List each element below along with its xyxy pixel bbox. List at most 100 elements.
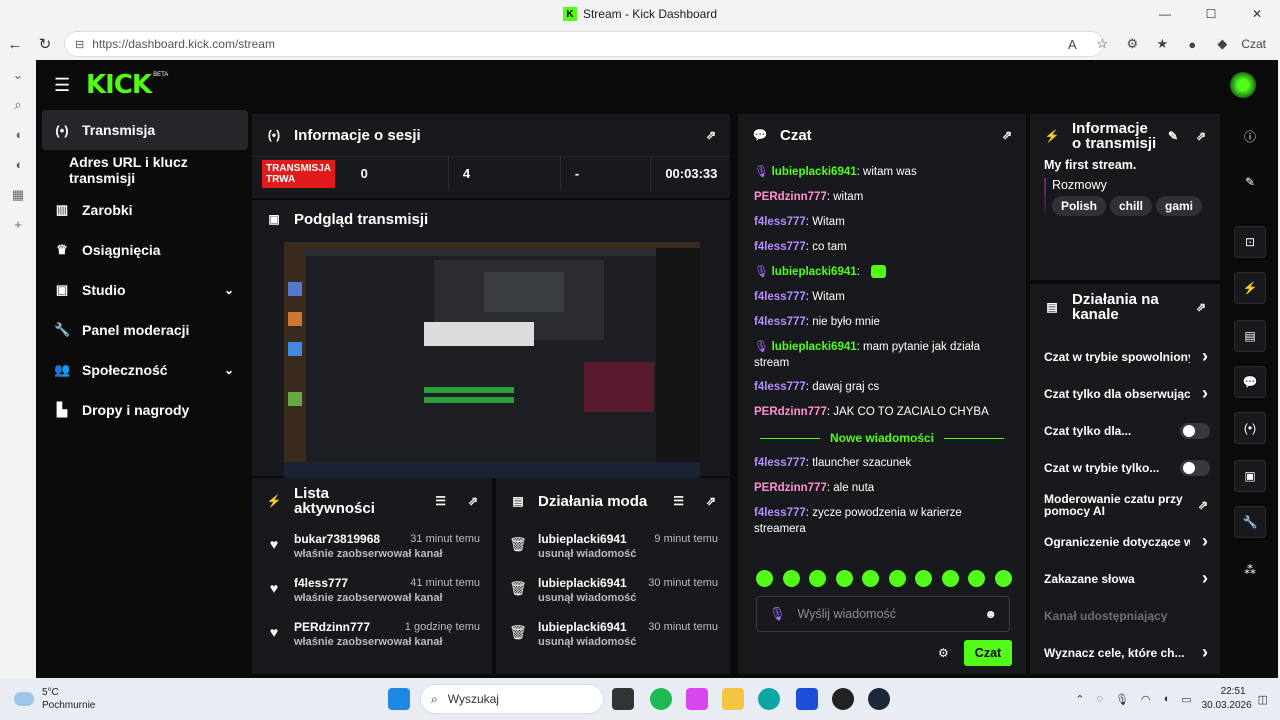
chat-username[interactable]: PERdzinn777 bbox=[754, 406, 827, 418]
sidebar-item-dropy[interactable]: ▙ Dropy i nagrody bbox=[42, 390, 248, 430]
taskbar-search[interactable]: ⌕ Wyszukaj bbox=[420, 684, 604, 714]
sidebar-item-transmisja[interactable]: (•) Transmisja bbox=[42, 110, 248, 150]
url-field[interactable]: ⊟ https://dashboard.kick.com/stream bbox=[64, 31, 1104, 57]
emote-icon[interactable] bbox=[782, 570, 800, 587]
edit-icon[interactable]: ✎ bbox=[1234, 166, 1266, 198]
chat-username[interactable]: lubieplacki6941 bbox=[772, 341, 857, 353]
clock[interactable]: 22:51 30.03.2026 bbox=[1202, 685, 1252, 713]
extensions-icon[interactable]: ⚙ bbox=[1117, 36, 1147, 52]
toggle-switch[interactable] bbox=[1180, 422, 1210, 439]
store-icon[interactable] bbox=[796, 688, 818, 710]
channel-action-item[interactable]: Czat tylko dla obserwujących › bbox=[1030, 375, 1220, 412]
sidebar-toggle-icon[interactable]: ⌄ bbox=[0, 60, 36, 90]
channel-action-item[interactable]: Czat w trybie spowolnionym › bbox=[1030, 338, 1220, 375]
sidebar-item-studio[interactable]: ▣ Studio ⌄ bbox=[42, 270, 248, 310]
channel-icon[interactable]: ▣ bbox=[1234, 460, 1266, 492]
emote-icon[interactable] bbox=[915, 570, 932, 587]
battery-icon[interactable]: ▭ bbox=[1181, 693, 1191, 706]
edge-browser-icon[interactable] bbox=[758, 688, 780, 710]
emote-icon[interactable] bbox=[809, 570, 826, 587]
emote-icon[interactable] bbox=[888, 570, 906, 587]
maximize-icon[interactable]: ☐ bbox=[1188, 0, 1234, 28]
sidebar-item-osiagniecia[interactable]: ♛ Osiągnięcia bbox=[42, 230, 248, 270]
minimize-icon[interactable]: — bbox=[1142, 0, 1188, 28]
sidebar-calendar-icon[interactable]: ▦ bbox=[0, 180, 36, 210]
sidebar-item-spolecznosc[interactable]: 👥 Społeczność ⌄ bbox=[42, 350, 248, 390]
emote-icon[interactable] bbox=[756, 570, 773, 587]
weather-widget[interactable]: 5°C Pochmurnie bbox=[14, 686, 95, 712]
emote-icon[interactable] bbox=[835, 570, 853, 587]
channel-action-item[interactable]: Moderowanie czatu przy pomocy AI ⇗ bbox=[1030, 486, 1220, 523]
list-filter-icon[interactable]: ☰ bbox=[435, 494, 446, 509]
volume-icon[interactable]: ◖ bbox=[1163, 693, 1170, 705]
close-icon[interactable]: ✕ bbox=[1234, 0, 1280, 28]
emoji-icon[interactable]: ☻ bbox=[984, 607, 997, 621]
broadcast-icon[interactable]: (•) bbox=[1234, 412, 1266, 444]
task-view-icon[interactable] bbox=[612, 688, 634, 710]
steam-icon[interactable] bbox=[868, 688, 890, 710]
info-icon[interactable]: ⓘ bbox=[1234, 120, 1266, 152]
toggle-switch[interactable] bbox=[1180, 459, 1210, 476]
emote-icon[interactable] bbox=[941, 570, 959, 587]
kick-logo[interactable]: KICK bbox=[86, 70, 152, 100]
document-icon[interactable]: ▤ bbox=[1234, 320, 1266, 352]
chat-username[interactable]: lubieplacki6941 bbox=[772, 166, 857, 178]
menu-icon[interactable]: ☰ bbox=[54, 75, 70, 96]
people-icon[interactable]: ⁂ bbox=[1234, 554, 1266, 586]
chat-username[interactable]: f4less777 bbox=[754, 291, 806, 303]
file-explorer-icon[interactable] bbox=[722, 688, 744, 710]
windows-start-icon[interactable] bbox=[388, 688, 410, 710]
channel-action-item[interactable]: Zakazane słowa › bbox=[1030, 560, 1220, 597]
chat-username[interactable]: f4less777 bbox=[754, 316, 806, 328]
chat-username[interactable]: PERdzinn777 bbox=[754, 482, 827, 494]
copilot-label[interactable]: Czat bbox=[1237, 37, 1280, 51]
channel-action-item[interactable]: Czat tylko dla... bbox=[1030, 412, 1220, 449]
tray-mic-icon[interactable]: 🎙 bbox=[1115, 693, 1129, 706]
chat-settings-icon[interactable]: ⚙ bbox=[938, 646, 949, 660]
chat-username[interactable]: PERdzinn777 bbox=[754, 191, 827, 203]
chat-bubble-icon[interactable]: 💬 bbox=[1234, 366, 1266, 398]
edit-pencil-icon[interactable]: ✎ bbox=[1168, 129, 1178, 144]
chat-username[interactable]: lubieplacki6941 bbox=[772, 266, 857, 278]
channel-action-item[interactable]: Ograniczenie dotyczące w › bbox=[1030, 523, 1220, 560]
chat-username[interactable]: f4less777 bbox=[754, 381, 806, 393]
favorites-icon[interactable]: ★ bbox=[1147, 36, 1177, 52]
sidebar-audio2-icon[interactable]: ◖ bbox=[0, 150, 36, 180]
chat-username[interactable]: f4less777 bbox=[754, 457, 806, 469]
copilot-icon[interactable]: ◆ bbox=[1207, 36, 1237, 52]
emote-icon[interactable] bbox=[968, 570, 985, 587]
favorite-star-icon[interactable]: ☆ bbox=[1087, 36, 1117, 52]
lightning-icon[interactable]: ⚡ bbox=[1234, 272, 1266, 304]
tray-chevron-icon[interactable]: ⌃ bbox=[1075, 693, 1084, 706]
chat-username[interactable]: f4less777 bbox=[754, 241, 806, 253]
stream-preview-video[interactable] bbox=[284, 242, 700, 478]
sidebar-audio-icon[interactable]: ◖ bbox=[0, 120, 36, 150]
emote-icon[interactable] bbox=[862, 570, 879, 587]
popout-icon[interactable]: ⇗ bbox=[1196, 300, 1206, 315]
sidebar-add-icon[interactable]: + bbox=[0, 210, 36, 240]
user-avatar[interactable] bbox=[1230, 72, 1256, 98]
reload-icon[interactable]: ↻ bbox=[30, 35, 60, 53]
obs-icon[interactable] bbox=[832, 688, 854, 710]
chat-send-button[interactable]: Czat bbox=[964, 640, 1012, 666]
chat-input[interactable]: 🎙 Wyślij wiadomość ☻ bbox=[756, 596, 1010, 632]
popout-icon[interactable]: ⇗ bbox=[468, 494, 478, 509]
sidebar-search-icon[interactable]: ⌕ bbox=[0, 90, 36, 120]
popout-icon[interactable]: ⇗ bbox=[706, 494, 716, 508]
channel-action-item[interactable]: Wyznacz cele, które ch... › bbox=[1030, 634, 1220, 671]
profile-icon[interactable]: ● bbox=[1177, 37, 1207, 52]
popout-icon[interactable]: ⇗ bbox=[1002, 128, 1012, 142]
copilot-app-icon[interactable] bbox=[686, 688, 708, 710]
read-aloud-icon[interactable]: A bbox=[1057, 37, 1087, 52]
tray-network-icon[interactable]: ◌ bbox=[1096, 693, 1103, 705]
channel-action-item[interactable]: Czat w trybie tylko... bbox=[1030, 449, 1220, 486]
back-icon[interactable]: ← bbox=[0, 36, 30, 53]
wrench-icon[interactable]: 🔧 bbox=[1234, 506, 1266, 538]
sidebar-item-stream-key[interactable]: Adres URL i klucz transmisji bbox=[42, 150, 248, 190]
wifi-icon[interactable]: ◠ bbox=[1141, 693, 1151, 706]
popout-icon[interactable]: ⇗ bbox=[1196, 129, 1206, 144]
chat-username[interactable]: f4less777 bbox=[754, 507, 806, 519]
popout-icon[interactable]: ⇗ bbox=[706, 128, 716, 142]
spotify-icon[interactable] bbox=[650, 688, 672, 710]
sidebar-item-panel-moderacji[interactable]: 🔧 Panel moderacji bbox=[42, 310, 248, 350]
